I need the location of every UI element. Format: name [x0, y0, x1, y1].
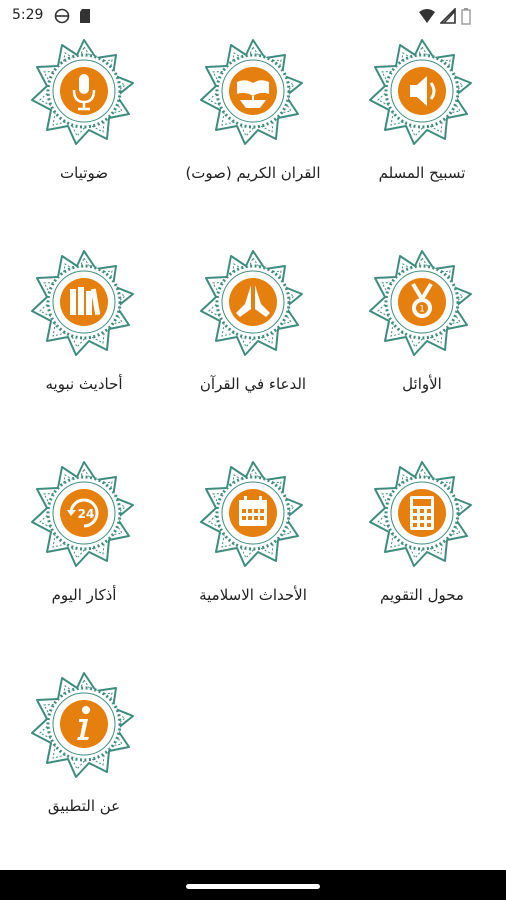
tile-quran-audio[interactable]: القران الكريم (صوت) [169, 36, 337, 226]
battery-icon [461, 8, 471, 25]
medal-icon: 1 [368, 249, 473, 357]
tile-label: تسبيح المسلم [378, 164, 466, 182]
info-icon [30, 671, 135, 779]
tile-islamic-events[interactable]: الأحداث الاسلامية [169, 458, 337, 648]
tile-label: محول التقويم [380, 586, 464, 604]
tile-label: عن التطبيق [47, 797, 121, 815]
quran-stand-icon [199, 38, 304, 146]
praying-hands-icon [199, 249, 304, 357]
tile-label: أذكار اليوم [51, 586, 117, 604]
calendar-icon [199, 460, 304, 568]
tile-tasbeeh[interactable]: تسبيح المسلم [338, 36, 506, 226]
vpn-icon [54, 8, 70, 24]
sd-card-icon [80, 9, 90, 23]
tile-label: الدعاء في القرآن [199, 375, 307, 393]
navigation-bar [0, 870, 506, 900]
tile-label: الأوائل [402, 375, 442, 393]
tile-calendar-converter[interactable]: محول التقويم [338, 458, 506, 648]
home-gesture-handle[interactable] [186, 884, 320, 889]
speaker-icon [368, 38, 473, 146]
svg-text:24: 24 [78, 507, 95, 521]
svg-text:1: 1 [419, 305, 425, 315]
tile-audio-files[interactable]: ضوتيات [0, 36, 168, 226]
tile-firsts[interactable]: 1 الأوائل [338, 247, 506, 437]
tile-label: ضوتيات [60, 164, 108, 182]
tile-hadith[interactable]: أحاديث نبويه [0, 247, 168, 437]
signal-icon [440, 8, 456, 24]
tile-label: أحاديث نبويه [45, 375, 123, 393]
clock-24-icon: 24 [30, 460, 135, 568]
status-bar: 5:29 [0, 0, 506, 32]
tile-about-app[interactable]: عن التطبيق [0, 669, 168, 859]
microphone-icon [30, 38, 135, 146]
feature-grid: تسبيح المسلم القران الكريم (صوت) ضوتيات [0, 32, 506, 858]
tile-label: القران الكريم (صوت) [185, 164, 321, 182]
status-time: 5:29 [12, 7, 44, 23]
tile-daily-adhkar[interactable]: 24 أذكار اليوم [0, 458, 168, 648]
wifi-icon [419, 9, 435, 23]
books-icon [30, 249, 135, 357]
tile-label: الأحداث الاسلامية [199, 586, 307, 604]
tile-dua-quran[interactable]: الدعاء في القرآن [169, 247, 337, 437]
calculator-icon [368, 460, 473, 568]
